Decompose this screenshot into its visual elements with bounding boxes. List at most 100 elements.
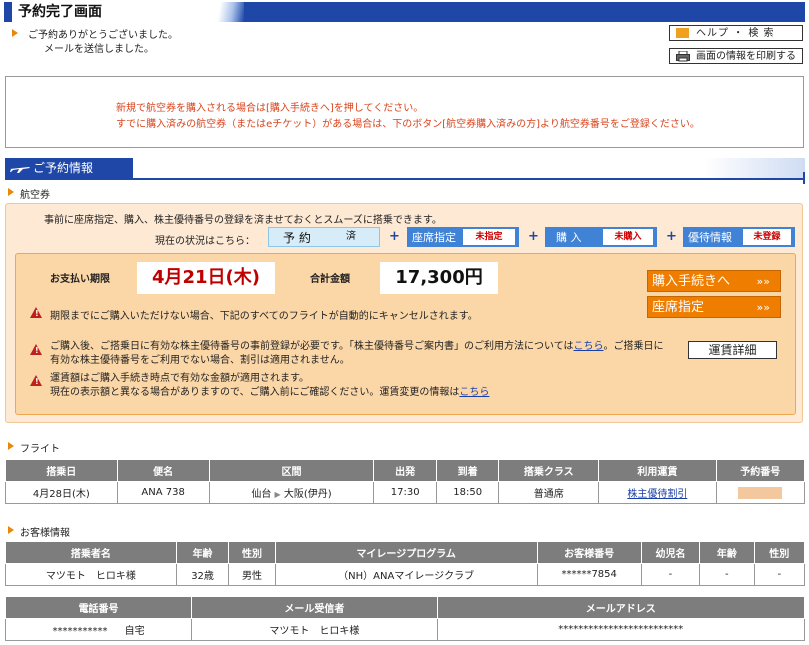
phone-cell: *********** 自宅: [4, 618, 193, 641]
deadline-label: お支払い期限: [50, 274, 110, 285]
col-header: 性別: [753, 541, 806, 564]
seat-button-label: 座席指定: [652, 300, 705, 315]
notice-line-2: すでに購入済みの航空券（またはeチケット）がある場合は、下のボタン[航空券購入済…: [116, 119, 700, 130]
double-chevron-icon: »»: [756, 275, 770, 288]
status-reservation-value: 済: [326, 229, 376, 245]
infant-age: -: [699, 563, 755, 586]
reservation-section-header: ご予約情報: [5, 158, 805, 184]
fare-type-cell: 株主優待割引: [598, 481, 717, 504]
print-button[interactable]: 画面の情報を印刷する: [669, 48, 803, 64]
status-purchase: 購 入 未購入: [545, 227, 657, 247]
status-prefix: 現在の状況はこちら：: [155, 236, 255, 247]
col-header: 便名: [116, 459, 210, 482]
title-bar: 予約完了画面: [4, 2, 805, 22]
table-row: 4月28日(木) ANA 738 仙台 ▶ 大阪(伊丹) 17:30 18:50…: [5, 481, 806, 504]
thanks-message: ご予約ありがとうございました。: [28, 30, 178, 41]
table-row: *********** 自宅 マツモト ヒロキ様 ***************…: [4, 618, 806, 641]
col-header: 年齢: [699, 541, 755, 564]
col-header: 予約番号: [715, 459, 806, 482]
section-underline: [5, 178, 805, 180]
total-label: 合計金額: [310, 274, 350, 285]
flight-header-row: 搭乗日 便名 区間 出発 到着 搭乗クラス 利用運賃 予約番号: [5, 459, 806, 482]
redacted-block: [738, 486, 783, 499]
col-header: お客様番号: [536, 541, 642, 564]
printer-icon: [676, 50, 690, 62]
status-reservation: 予 約 済: [268, 227, 380, 247]
warning-icon: !: [30, 344, 42, 355]
bullet-icon: [12, 29, 18, 37]
warning-fare-line1: 運賃額はご購入手続き時点で有効な金額が適用されます。: [50, 373, 309, 384]
customer-number: ******7854: [536, 563, 642, 586]
table-row: マツモト ヒロキ様 32歳 男性 （NH）ANAマイレージクラブ ******7…: [5, 563, 806, 586]
seat-class: 普通席: [498, 481, 600, 504]
flight-route: 仙台 ▶ 大阪(伊丹): [208, 481, 375, 504]
section-header-tail: [133, 158, 805, 178]
help-icon: [676, 28, 689, 38]
route-from: 仙台: [251, 489, 272, 500]
col-header: 到着: [435, 459, 500, 482]
infant-gender: -: [753, 563, 806, 586]
flight-number: ANA 738: [116, 481, 210, 504]
flight-date: 4月28日(木): [5, 481, 118, 504]
passenger-gender: 男性: [228, 563, 276, 586]
ticket-intro: 事前に座席指定、購入、株主優待番号の登録を済ませておくとスムーズに搭乗できます。: [44, 215, 442, 226]
customer-label: お客様情報: [20, 528, 70, 539]
status-benefit-value: 未登録: [743, 229, 791, 245]
arrival-time: 18:50: [435, 481, 500, 504]
bullet-icon: [8, 442, 14, 450]
notice-box: 新規で航空券を購入される場合は[購入手続きへ]を押してください。 すでに購入済み…: [5, 76, 804, 148]
deadline-value: 4月21日(木): [137, 262, 275, 294]
mail-recipient: マツモト ヒロキ様: [191, 618, 438, 641]
col-header: 幼児名: [640, 541, 701, 564]
mail-address: *************************: [436, 618, 806, 641]
fare-change-link[interactable]: こちら: [459, 387, 489, 398]
col-header: 区間: [208, 459, 375, 482]
col-header: 年齢: [175, 541, 230, 564]
seat-select-button[interactable]: 座席指定 »»: [647, 296, 781, 318]
col-header: メール受信者: [191, 596, 438, 619]
phone-type: 自宅: [124, 626, 145, 637]
status-purchase-value: 未購入: [603, 229, 653, 245]
section-edge: [803, 172, 805, 184]
purchase-button-label: 購入手続きへ: [652, 274, 731, 289]
passenger-age: 32歳: [175, 563, 230, 586]
flight-label: フライト: [20, 444, 60, 455]
status-benefit: 優待情報 未登録: [683, 227, 795, 247]
fare-detail-button[interactable]: 運賃詳細: [688, 341, 777, 359]
col-header: 性別: [228, 541, 276, 564]
warning-fare-line2: 現在の表示額と異なる場合がありますので、ご購入前にご確認ください。運賃変更の情報…: [50, 383, 489, 398]
plus-icon: +: [666, 229, 677, 244]
purchase-button[interactable]: 購入手続きへ »»: [647, 270, 781, 292]
route-arrow-icon: ▶: [274, 490, 281, 499]
ticket-label: 航空券: [20, 190, 50, 201]
departure-time: 17:30: [373, 481, 437, 504]
col-header: メールアドレス: [436, 596, 806, 619]
col-header: 電話番号: [4, 596, 193, 619]
fare-type-link[interactable]: 株主優待割引: [627, 489, 687, 500]
mileage-program: （NH）ANAマイレージクラブ: [274, 563, 538, 586]
benefit-info-link[interactable]: こちら: [574, 341, 604, 352]
contact-header-row: 電話番号 メール受信者 メールアドレス: [4, 596, 806, 619]
warning-benefit-line2: 有効な株主優待番号をご利用でない場合、割引は適用されません。: [50, 355, 350, 366]
status-seat-value: 未指定: [463, 229, 515, 245]
section-title-text: ご予約情報: [33, 161, 94, 175]
bullet-icon: [8, 188, 14, 196]
help-search-label: ヘルプ ・ 検 索: [696, 28, 775, 39]
col-header: 利用運賃: [598, 459, 717, 482]
print-label: 画面の情報を印刷する: [696, 51, 796, 62]
plus-icon: +: [389, 229, 400, 244]
customer-header-row: 搭乗者名 年齢 性別 マイレージプログラム お客様番号 幼児名 年齢 性別: [5, 541, 806, 564]
route-to: 大阪(伊丹): [283, 489, 332, 500]
warning-benefit-text-b: 。ご搭乗日に: [603, 341, 664, 352]
notice-line-1: 新規で航空券を購入される場合は[購入手続きへ]を押してください。: [116, 103, 424, 114]
col-header: 搭乗者名: [5, 541, 177, 564]
col-header: マイレージプログラム: [274, 541, 538, 564]
warning-icon: !: [30, 375, 42, 386]
page-title: 予約完了画面: [18, 4, 102, 20]
airplane-icon: [10, 167, 30, 173]
status-seat: 座席指定 未指定: [407, 227, 519, 247]
help-search-button[interactable]: ヘルプ ・ 検 索: [669, 25, 803, 41]
warning-fare-text: 現在の表示額と異なる場合がありますので、ご購入前にご確認ください。運賃変更の情報…: [50, 387, 460, 398]
customer-table: 搭乗者名 年齢 性別 マイレージプログラム お客様番号 幼児名 年齢 性別 マツ…: [5, 541, 806, 586]
flight-table: 搭乗日 便名 区間 出発 到着 搭乗クラス 利用運賃 予約番号 4月28日(木)…: [5, 459, 806, 504]
